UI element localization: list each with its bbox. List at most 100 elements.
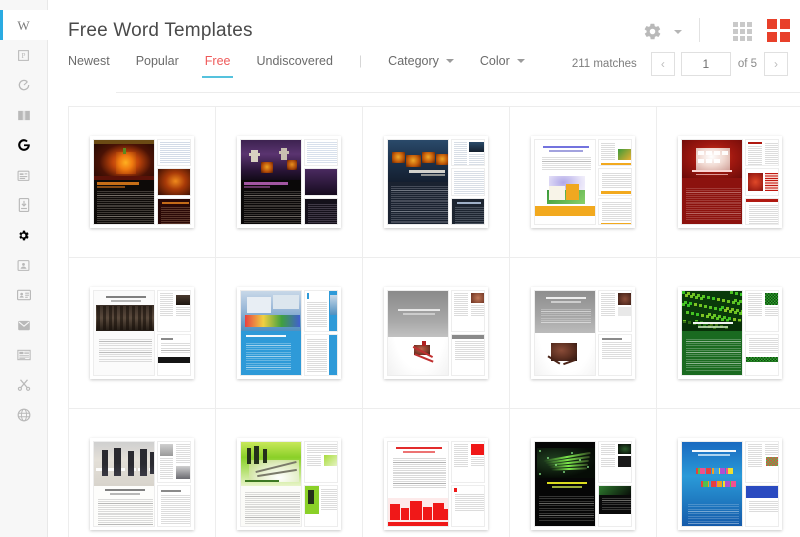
template-card[interactable]: [656, 106, 800, 258]
template-card[interactable]: [215, 106, 363, 258]
sidebar-item-gear[interactable]: [0, 220, 48, 250]
block: [157, 357, 190, 363]
sidebar-item-book-open[interactable]: [0, 100, 48, 130]
text-lines: [470, 457, 484, 467]
template-card[interactable]: [362, 408, 510, 537]
template-card[interactable]: [509, 106, 657, 258]
block: [137, 306, 141, 330]
block: [306, 293, 309, 299]
sidebar-item-portrait-frame[interactable]: [0, 250, 48, 280]
block: [563, 471, 565, 473]
template-card[interactable]: [68, 257, 216, 409]
template-card[interactable]: [215, 257, 363, 409]
text-lines: [99, 339, 152, 363]
chevron-down-icon: [516, 59, 525, 63]
document-page-thumb: [156, 441, 191, 483]
next-page-button[interactable]: ›: [764, 52, 788, 76]
pumpkin: [436, 154, 448, 165]
prev-page-button[interactable]: ‹: [650, 52, 675, 76]
filter-category[interactable]: Category: [388, 54, 454, 78]
sidebar-item-calendar[interactable]: [0, 160, 48, 190]
text-lines: [246, 343, 291, 371]
block: [245, 315, 300, 327]
view-mode-grid-large[interactable]: [767, 19, 790, 42]
pumpkin: [116, 152, 136, 174]
sidebar-item-envelope-mail[interactable]: [0, 310, 48, 340]
block: [453, 488, 458, 492]
template-card[interactable]: [68, 106, 216, 258]
template-card[interactable]: [68, 408, 216, 537]
block: [539, 450, 541, 452]
template-thumbnail: [90, 287, 194, 379]
sidebar-item-newspaper[interactable]: [0, 340, 48, 370]
template-thumbnail: [678, 136, 782, 228]
document-page-thumb: [597, 334, 632, 376]
template-card[interactable]: [509, 408, 657, 537]
sidebar-item-word-w[interactable]: W: [0, 10, 48, 40]
block: [720, 468, 725, 474]
block: [709, 306, 713, 310]
person: [128, 451, 134, 476]
page-number-input[interactable]: 1: [680, 52, 731, 76]
filter-color[interactable]: Color: [480, 54, 525, 78]
chevron-down-icon: [445, 59, 454, 63]
template-card[interactable]: [509, 257, 657, 409]
document-page-thumb: [744, 441, 779, 483]
template-card[interactable]: [215, 408, 363, 537]
document-page-thumbs: [597, 139, 632, 225]
grid-cell: [780, 32, 790, 42]
cover-bg: [388, 291, 448, 341]
template-thumbnail: [531, 438, 635, 530]
text-lines: [686, 339, 741, 371]
block: [706, 151, 712, 155]
block: [617, 307, 631, 316]
tab-undiscovered[interactable]: Undiscovered: [256, 54, 332, 78]
tab-free[interactable]: Free: [201, 54, 234, 78]
id-card-icon: [16, 289, 31, 301]
sidebar-item-id-card[interactable]: [0, 280, 48, 310]
template-card[interactable]: [656, 257, 800, 409]
block: [700, 468, 705, 474]
document-page-thumbs: [156, 139, 191, 225]
text-lines: [601, 173, 631, 190]
template-card[interactable]: [656, 408, 800, 537]
sidebar-item-download-document[interactable]: [0, 190, 48, 220]
sidebar-item-google-g[interactable]: [0, 130, 48, 160]
block: [745, 198, 778, 203]
text-lines: [391, 186, 448, 223]
settings-menu[interactable]: [643, 22, 682, 41]
sidebar-item-powerpoint-p[interactable]: P: [0, 40, 48, 70]
person: [150, 452, 154, 474]
block: [329, 295, 337, 315]
template-card[interactable]: [362, 257, 510, 409]
sidebar: WP: [0, 0, 48, 537]
text-lines: [453, 171, 484, 195]
page-title: Free Word Templates: [68, 20, 253, 41]
red-box: [433, 503, 444, 520]
block: [687, 304, 691, 308]
block: [159, 444, 173, 456]
document-page-thumb: [450, 334, 485, 376]
document-page-thumb: [450, 485, 485, 527]
document-page-thumb: [597, 290, 632, 332]
sidebar-item-scissors-tools[interactable]: [0, 370, 48, 400]
figure: [254, 446, 259, 464]
document-page-main: [681, 290, 743, 376]
block: [601, 338, 622, 340]
tab-newest[interactable]: Newest: [68, 54, 110, 78]
block: [732, 301, 736, 305]
document-page-thumb: [450, 197, 485, 225]
text-lines: [306, 339, 327, 373]
view-mode-grid-small[interactable]: [733, 22, 752, 41]
red-box: [444, 509, 448, 520]
block: [617, 444, 631, 454]
refresh-circle-icon: [17, 78, 31, 92]
template-thumbnail: [237, 287, 341, 379]
sidebar-item-refresh-circle[interactable]: [0, 70, 48, 100]
template-card[interactable]: [362, 106, 510, 258]
block: [719, 308, 723, 312]
tab-popular[interactable]: Popular: [136, 54, 179, 78]
sidebar-item-globe[interactable]: [0, 400, 48, 430]
block: [722, 299, 726, 303]
block: [712, 297, 716, 301]
